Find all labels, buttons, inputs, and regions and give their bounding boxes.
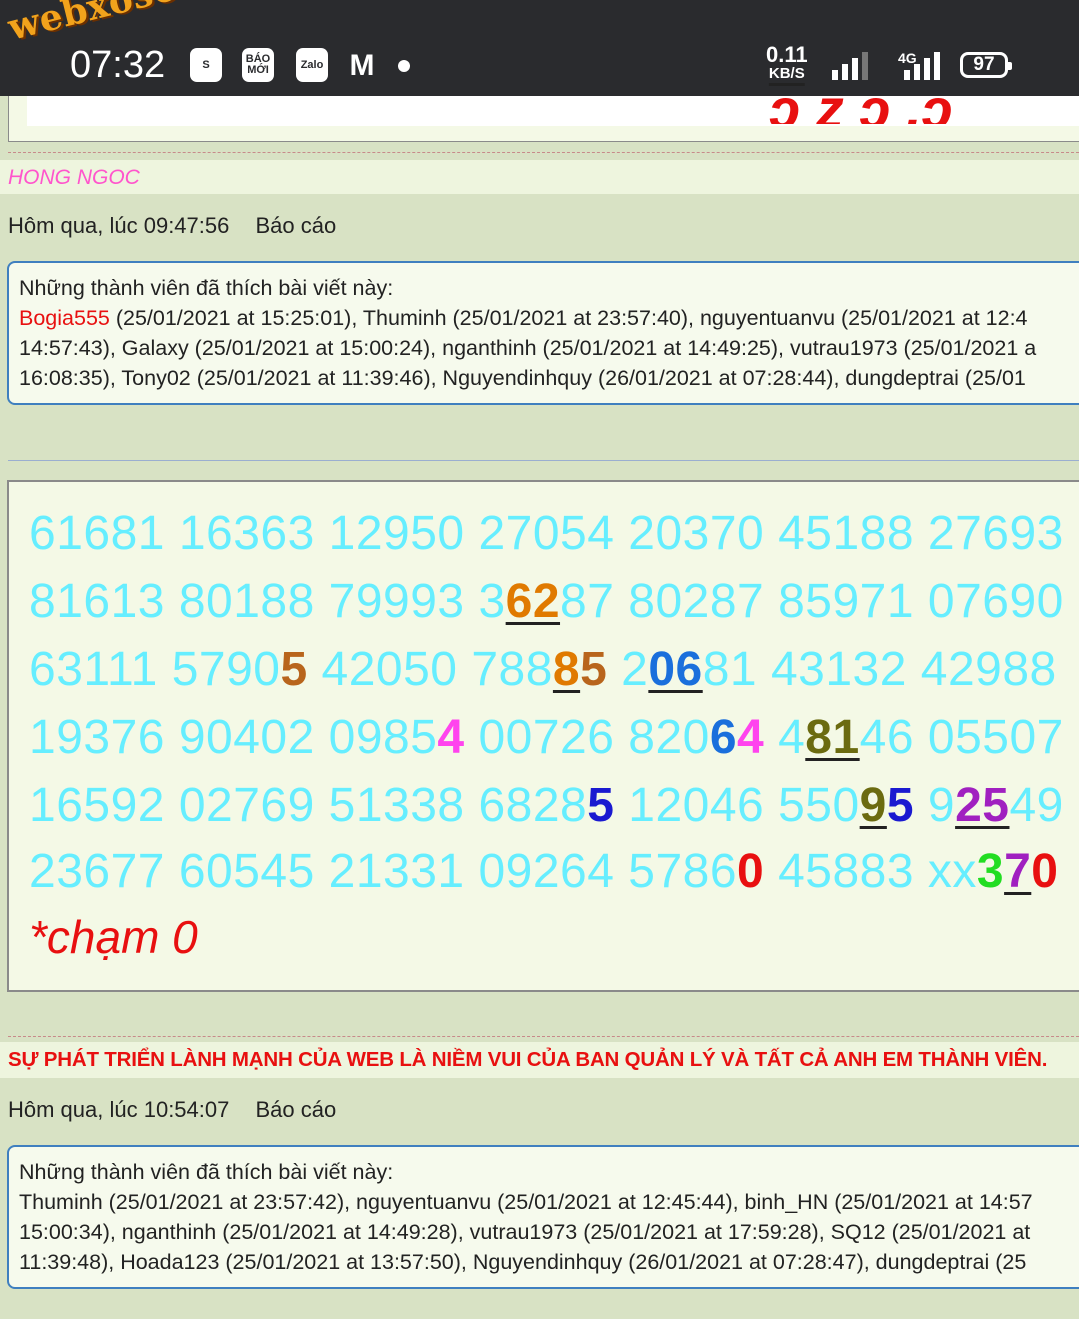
post-note: *chạm 0 xyxy=(29,911,198,963)
likes-line: 16:08:35), Tony02 (25/01/2021 at 11:39:4… xyxy=(19,366,1026,390)
highlight-digits: 5 xyxy=(587,779,615,832)
post-meta: Hôm qua, lúc 09:47:56 Báo cáo xyxy=(8,213,336,239)
likes-line: 11:39:48), Hoada123 (25/01/2021 at 13:57… xyxy=(19,1250,1027,1274)
likes-box: Những thành viên đã thích bài viết này: … xyxy=(7,261,1079,405)
shopee-icon: S xyxy=(190,48,222,82)
divider xyxy=(8,1036,1079,1037)
status-bar: 07:32 S BÁO MỚI Zalo M 0.11 KB/S 4G 97 w… xyxy=(0,0,1079,96)
highlight-digits: 4 xyxy=(737,711,765,764)
report-link[interactable]: Báo cáo xyxy=(256,213,337,238)
previous-post-image: ɔ z ɔ ,ɔ xyxy=(8,96,1079,142)
signal-4g-icon xyxy=(904,50,940,80)
likes-box: Những thành viên đã thích bài viết này: … xyxy=(7,1145,1079,1289)
highlight-digits: 5 xyxy=(886,779,915,832)
clock: 07:32 xyxy=(70,44,166,86)
highlight-digits: 25 xyxy=(955,779,1010,832)
highlight-digits: 0 xyxy=(737,845,765,898)
likes-line: Thuminh (25/01/2021 at 23:57:42), nguyen… xyxy=(19,1190,1033,1214)
post-content-box: 61681 16363 12950 27054 20370 45188 2769… xyxy=(7,480,1079,992)
battery-icon: 97 xyxy=(960,52,1012,78)
highlight-digits: 3 xyxy=(976,845,1005,898)
highlight-digits: 8 xyxy=(552,643,581,696)
highlight-digits: 5 xyxy=(280,643,308,696)
likes-title: Những thành viên đã thích bài viết này: xyxy=(19,1160,394,1184)
highlight-digits: 5 xyxy=(580,643,608,696)
notification-dot-icon xyxy=(398,60,410,72)
highlight-digits: 0 xyxy=(1031,845,1059,898)
divider xyxy=(8,460,1079,461)
user-signature: SỰ PHÁT TRIỂN LÀNH MẠNH CỦA WEB LÀ NIỀM … xyxy=(8,1048,1048,1071)
number-row: 63111 57905 42050 78885 20681 43132 4298… xyxy=(29,643,1057,696)
post-username[interactable]: HONG NGOC xyxy=(8,166,140,190)
likes-line: 14:57:43), Galaxy (25/01/2021 at 15:00:2… xyxy=(19,336,1037,360)
network-speed-unit: KB/S xyxy=(768,65,805,82)
network-speed: 0.11 KB/S xyxy=(766,44,808,82)
gmail-icon: M xyxy=(349,48,375,82)
baomoi-icon: BÁO MỚI xyxy=(242,48,274,82)
highlight-digits: 6 xyxy=(709,711,738,764)
likes-line: (25/01/2021 at 15:25:01), Thuminh (25/01… xyxy=(109,306,1028,330)
post-timestamp: Hôm qua, lúc 10:54:07 xyxy=(8,1097,230,1122)
number-row: 19376 90402 09854 00726 82064 48146 0550… xyxy=(29,711,1064,764)
post-meta: Hôm qua, lúc 10:54:07 Báo cáo xyxy=(8,1097,336,1123)
liker-link[interactable]: Bogia555 xyxy=(19,306,110,330)
number-row: 16592 02769 51338 68285 12046 55095 9254… xyxy=(29,779,1064,832)
highlight-digits: 7 xyxy=(1004,845,1032,898)
highlight-digits: 06 xyxy=(648,643,703,696)
zalo-icon: Zalo xyxy=(296,48,328,82)
highlight-digits: 9 xyxy=(859,779,887,832)
report-link[interactable]: Báo cáo xyxy=(256,1097,337,1122)
signal-icon xyxy=(832,50,868,80)
number-row: 81613 80188 79993 36287 80287 85971 0769… xyxy=(29,575,1064,628)
highlight-digits: 62 xyxy=(505,575,561,628)
number-row: 61681 16363 12950 27054 20370 45188 2769… xyxy=(29,507,1064,560)
likes-title: Những thành viên đã thích bài viết này: xyxy=(19,276,394,300)
highlight-digits: 4 xyxy=(437,711,465,764)
divider xyxy=(8,152,1079,153)
post-timestamp: Hôm qua, lúc 09:47:56 xyxy=(8,213,230,238)
network-speed-value: 0.11 xyxy=(766,42,808,67)
likes-line: 15:00:34), nganthinh (25/01/2021 at 14:4… xyxy=(19,1220,1031,1244)
number-row: 23677 60545 21331 09264 57860 45883 xx37… xyxy=(29,845,1059,898)
highlight-digits: 81 xyxy=(805,711,860,764)
watermark-logo: webxoso.net xyxy=(4,0,259,49)
